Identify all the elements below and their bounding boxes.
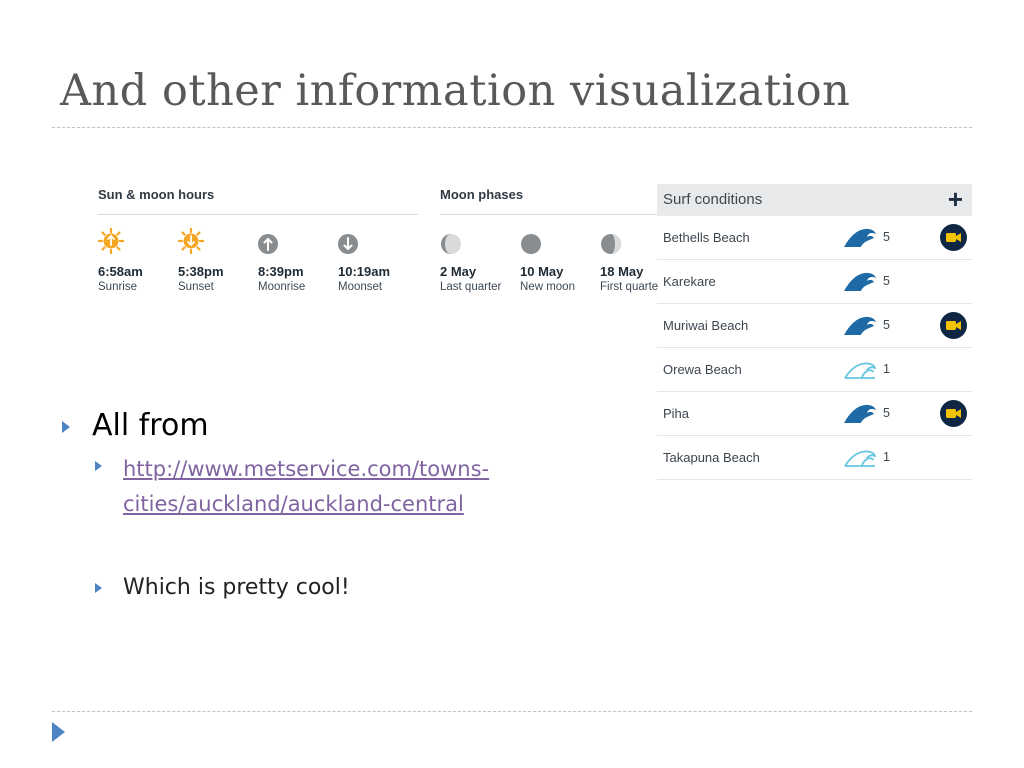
bullet-link: http://www.metservice.com/towns- cities/… [95,452,489,522]
camera-icon[interactable] [940,312,967,339]
surf-rating: 5 [883,318,890,332]
sunset-icon [177,227,205,255]
surf-rows: Bethells Beach 5 Karekare 5 Muriwai Beach 5 Or… [657,216,972,480]
sunrise-cell: 6:58am Sunrise [97,227,178,293]
moonset-label: Moonset [338,281,383,293]
moonset-cell: 10:19am Moonset [338,228,418,293]
beach-name: Orewa Beach [663,362,742,377]
first-quarter-clip: 18 May First quarter [595,228,658,308]
beach-name: Karekare [663,274,716,289]
sunset-label: Sunset [178,281,214,293]
new-moon-label: New moon [520,281,575,293]
first-quarter-label: First quarter [600,281,658,293]
bullet-main-text: All from [92,408,209,443]
last-quarter-label: Last quarter [440,281,502,293]
bullet-note-text: Which is pretty cool! [123,575,350,600]
sunset-time: 5:38pm [178,264,224,279]
new-moon-icon [521,234,541,254]
bullet-note: Which is pretty cool! [95,573,350,603]
sunrise-time: 6:58am [98,264,143,279]
surf-row[interactable]: Piha 5 [657,392,972,436]
moonrise-time: 8:39pm [258,264,304,279]
surf-header: Surf conditions + [657,184,972,216]
big-wave-icon [844,404,876,423]
surf-row[interactable]: Karekare 5 [657,260,972,304]
surf-row[interactable]: Bethells Beach 5 [657,216,972,260]
big-wave-icon [844,228,876,247]
title-divider [52,127,972,128]
beach-name: Piha [663,406,690,421]
bullet-arrow-icon [62,420,70,433]
sub-bullet-arrow-icon [95,461,102,471]
surf-heading: Surf conditions [663,191,763,208]
camera-icon[interactable] [940,224,967,251]
surf-rating: 5 [883,406,890,420]
slide-title: And other information visualization [60,66,851,116]
sub-bullet-arrow-icon [95,583,102,593]
big-wave-icon [844,316,876,335]
moonrise-icon [258,234,278,254]
beach-name: Muriwai Beach [663,318,749,333]
camera-icon[interactable] [940,400,967,427]
corner-arrow-icon [52,722,65,742]
moon-phase-first-quarter: 18 May First quarter [600,228,658,293]
surf-row[interactable]: Takapuna Beach 1 [657,436,972,480]
surf-rating: 1 [883,362,890,376]
surf-rating: 5 [883,230,890,244]
small-wave-icon [844,362,876,379]
moon-phase-last-quarter: 2 May Last quarter [440,228,520,293]
surf-row[interactable]: Muriwai Beach 5 [657,304,972,348]
last-quarter-date: 2 May [440,264,477,279]
metservice-link-line2[interactable]: cities/auckland/auckland-central [123,492,464,516]
bullet-all-from: All from [62,408,209,443]
beach-name: Takapuna Beach [663,450,760,465]
moonset-icon [338,234,358,254]
moon-phase-new-moon: 10 May New moon [520,228,600,293]
surf-conditions-panel: Surf conditions + Bethells Beach 5 Karekar… [657,184,972,480]
surf-rating: 1 [883,450,890,464]
small-wave-icon [844,450,876,467]
first-quarter-date: 18 May [600,264,644,279]
first-quarter-moon-icon [601,234,621,254]
surf-rating: 5 [883,274,890,288]
surf-row[interactable]: Orewa Beach 1 [657,348,972,392]
expand-plus-icon[interactable]: + [948,185,963,213]
moonrise-label: Moonrise [258,281,306,293]
last-quarter-moon-icon [441,234,461,254]
moon-phases-divider [440,214,657,215]
new-moon-date: 10 May [520,264,564,279]
sunset-cell: 5:38pm Sunset [177,227,258,293]
metservice-link-line1[interactable]: http://www.metservice.com/towns- [123,457,489,481]
moon-phases-heading: Moon phases [440,187,524,202]
sunrise-label: Sunrise [98,281,137,293]
moonrise-cell: 8:39pm Moonrise [258,228,338,293]
sun-moon-heading: Sun & moon hours [98,187,215,202]
footer-divider [52,711,972,712]
big-wave-icon [844,272,876,291]
sunrise-icon [97,227,125,255]
sun-moon-divider [98,214,418,215]
beach-name: Bethells Beach [663,230,750,245]
moonset-time: 10:19am [338,264,391,279]
